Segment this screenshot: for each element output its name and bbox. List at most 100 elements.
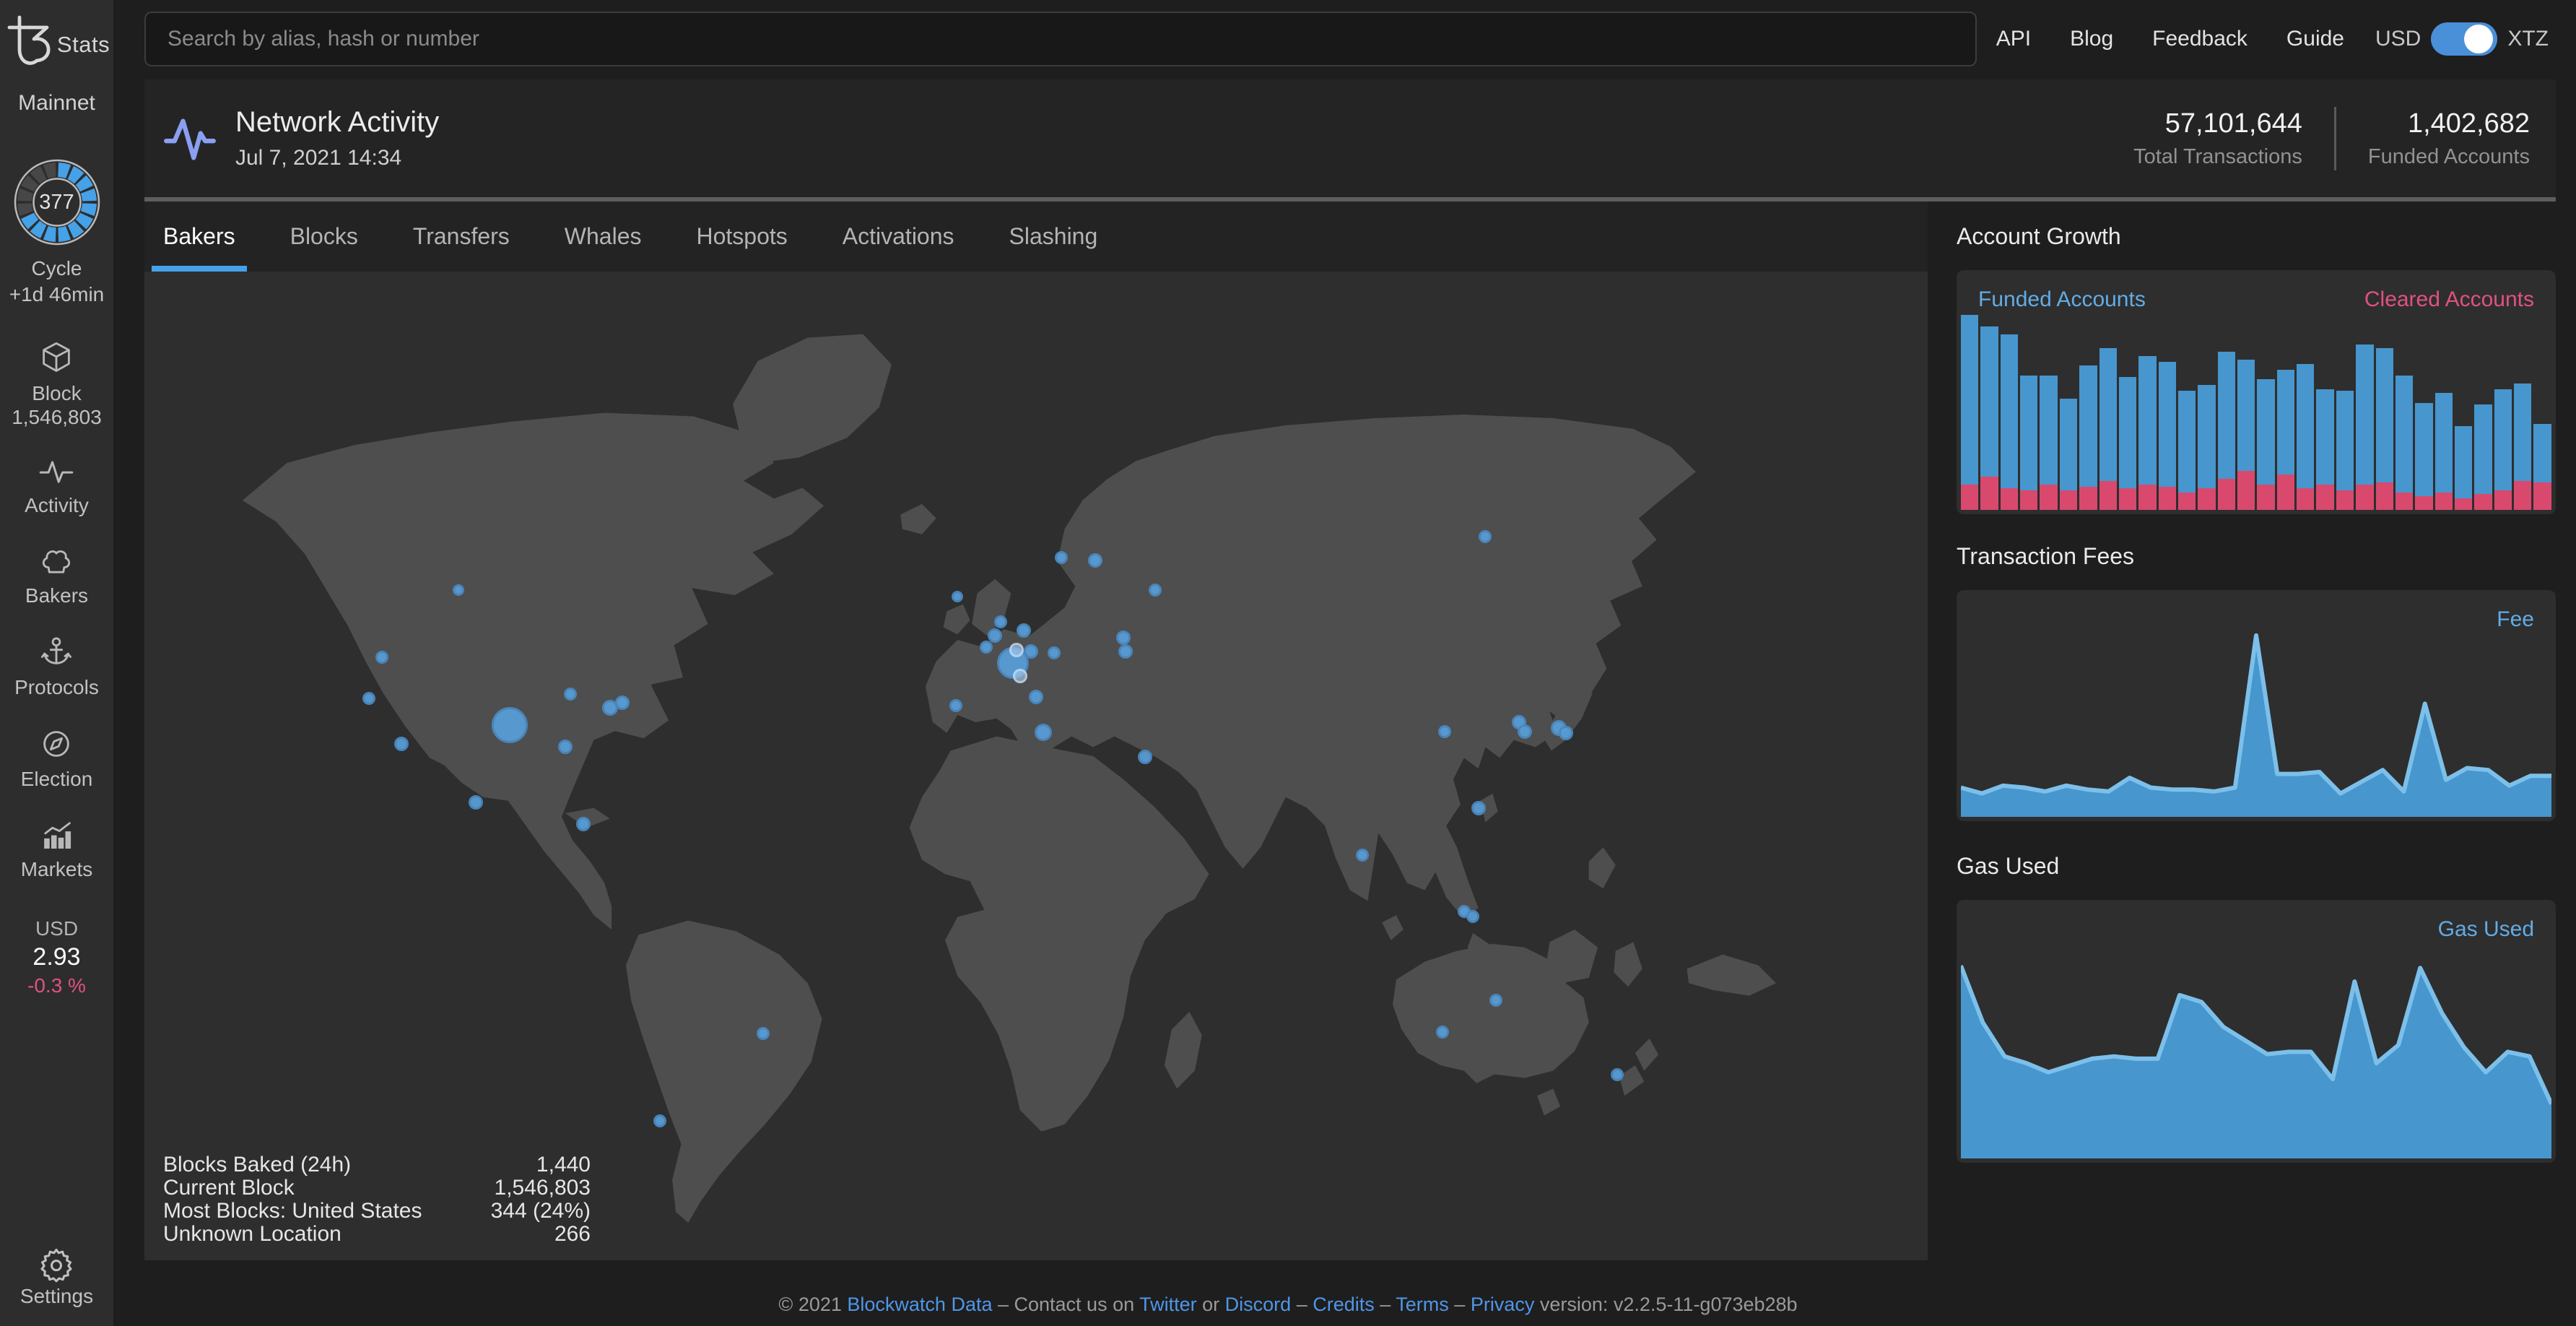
cycle-gauge[interactable]: 377 <box>12 157 102 247</box>
baker-location-dot[interactable] <box>757 1027 770 1040</box>
baker-location-dot[interactable] <box>576 817 591 831</box>
baker-location-dot[interactable] <box>1017 623 1031 638</box>
funded-bar-segment <box>2415 403 2432 497</box>
growth-bar[interactable] <box>2198 315 2215 510</box>
growth-bar[interactable] <box>2376 315 2393 510</box>
growth-bar[interactable] <box>2316 315 2333 510</box>
baker-location-dot[interactable] <box>453 584 464 596</box>
footer-link-credits[interactable]: Credits <box>1313 1294 1375 1315</box>
tzstats-logo[interactable]: Stats <box>4 13 110 74</box>
baker-location-dot[interactable] <box>1489 994 1502 1007</box>
tab-slashing[interactable]: Slashing <box>1009 202 1098 272</box>
baker-location-dot[interactable] <box>1436 1026 1449 1039</box>
footer-link-terms[interactable]: Terms <box>1396 1294 1449 1315</box>
tab-transfers[interactable]: Transfers <box>413 202 510 272</box>
footer-link-privacy[interactable]: Privacy <box>1471 1294 1535 1315</box>
growth-bar[interactable] <box>2001 315 2018 510</box>
baker-location-dot[interactable] <box>1035 724 1052 741</box>
sidebar-item-activity[interactable]: Activity <box>25 456 89 518</box>
growth-bar[interactable] <box>2060 315 2077 510</box>
baker-location-dot[interactable] <box>1009 643 1024 657</box>
price-widget[interactable]: USD 2.93 -0.3 % <box>27 917 86 997</box>
baker-location-dot[interactable] <box>1479 530 1492 543</box>
tab-whales[interactable]: Whales <box>565 202 642 272</box>
tab-blocks[interactable]: Blocks <box>290 202 358 272</box>
baker-location-dot[interactable] <box>1438 725 1451 738</box>
sidebar-item-markets[interactable]: Markets <box>21 818 93 882</box>
tab-activations[interactable]: Activations <box>843 202 954 272</box>
growth-bar[interactable] <box>2396 315 2413 510</box>
baker-location-dot[interactable] <box>1138 750 1152 764</box>
baker-location-dot[interactable] <box>1048 646 1061 659</box>
nav-link-blog[interactable]: Blog <box>2050 27 2133 51</box>
sidebar-item-election[interactable]: Election <box>21 727 93 792</box>
baker-location-dot[interactable] <box>1149 584 1162 597</box>
baker-location-dot[interactable] <box>1013 669 1027 683</box>
footer-link-twitter[interactable]: Twitter <box>1139 1294 1197 1315</box>
baker-location-dot[interactable] <box>1029 690 1043 704</box>
baker-location-dot[interactable] <box>1055 551 1068 564</box>
baker-location-dot[interactable] <box>980 641 993 654</box>
tab-hotspots[interactable]: Hotspots <box>697 202 788 272</box>
growth-bar[interactable] <box>2159 315 2176 510</box>
growth-bar[interactable] <box>2257 315 2274 510</box>
growth-bar[interactable] <box>2040 315 2057 510</box>
baker-location-dot[interactable] <box>1466 910 1479 923</box>
baker-location-dot[interactable] <box>469 795 483 810</box>
baker-location-dot[interactable] <box>1116 630 1131 645</box>
growth-bar[interactable] <box>1980 315 1998 510</box>
growth-bar[interactable] <box>2079 315 2097 510</box>
baker-location-dot[interactable] <box>394 737 409 751</box>
baker-location-dot[interactable] <box>492 707 528 743</box>
baker-location-dot[interactable] <box>564 688 577 701</box>
sidebar-item-protocols[interactable]: Protocols <box>14 635 99 700</box>
nav-link-guide[interactable]: Guide <box>2267 27 2364 51</box>
growth-bar[interactable] <box>2237 315 2255 510</box>
baker-location-dot[interactable] <box>1088 553 1102 568</box>
baker-location-dot[interactable] <box>988 628 1002 643</box>
growth-bar[interactable] <box>2218 315 2235 510</box>
growth-bar[interactable] <box>2455 315 2472 510</box>
growth-bar[interactable] <box>2415 315 2432 510</box>
search-input[interactable] <box>144 12 1977 66</box>
baker-location-dot[interactable] <box>1559 726 1573 740</box>
growth-bar[interactable] <box>2020 315 2037 510</box>
baker-location-dot[interactable] <box>1518 724 1532 739</box>
baker-location-dot[interactable] <box>1611 1068 1624 1081</box>
sidebar-item-bakers[interactable]: Bakers <box>25 545 88 608</box>
growth-bar[interactable] <box>2138 315 2156 510</box>
baker-location-dot[interactable] <box>949 699 962 712</box>
growth-bar[interactable] <box>2533 315 2551 510</box>
footer-link-discord[interactable]: Discord <box>1225 1294 1292 1315</box>
baker-location-dot[interactable] <box>558 740 573 754</box>
footer-link-blockwatch-data[interactable]: Blockwatch Data <box>847 1294 992 1315</box>
growth-bar[interactable] <box>2356 315 2373 510</box>
baker-location-dot[interactable] <box>1118 644 1133 659</box>
growth-bar[interactable] <box>2514 315 2531 510</box>
growth-bar[interactable] <box>2178 315 2196 510</box>
growth-bar[interactable] <box>2494 315 2512 510</box>
growth-bar[interactable] <box>2474 315 2492 510</box>
growth-bar[interactable] <box>2336 315 2354 510</box>
nav-link-api[interactable]: API <box>1977 27 2050 51</box>
currency-toggle[interactable] <box>2431 22 2497 56</box>
baker-location-dot[interactable] <box>1471 801 1486 815</box>
growth-bar[interactable] <box>2297 315 2314 510</box>
growth-bar[interactable] <box>2435 315 2453 510</box>
baker-location-dot[interactable] <box>375 651 388 664</box>
baker-location-dot[interactable] <box>615 696 630 710</box>
baker-location-dot[interactable] <box>994 615 1007 628</box>
growth-bar[interactable] <box>1961 315 1978 510</box>
sidebar-item-block[interactable]: Block 1,546,803 <box>12 339 102 429</box>
nav-link-feedback[interactable]: Feedback <box>2133 27 2267 51</box>
growth-bar[interactable] <box>2277 315 2294 510</box>
baker-location-dot[interactable] <box>1024 644 1038 659</box>
baker-location-dot[interactable] <box>362 692 375 705</box>
growth-bar[interactable] <box>2099 315 2117 510</box>
baker-location-dot[interactable] <box>653 1114 666 1127</box>
growth-bar[interactable] <box>2119 315 2136 510</box>
baker-location-dot[interactable] <box>1356 849 1369 862</box>
tab-bakers[interactable]: Bakers <box>163 202 235 272</box>
baker-location-dot[interactable] <box>952 591 963 602</box>
sidebar-item-settings[interactable]: Settings <box>20 1245 93 1309</box>
